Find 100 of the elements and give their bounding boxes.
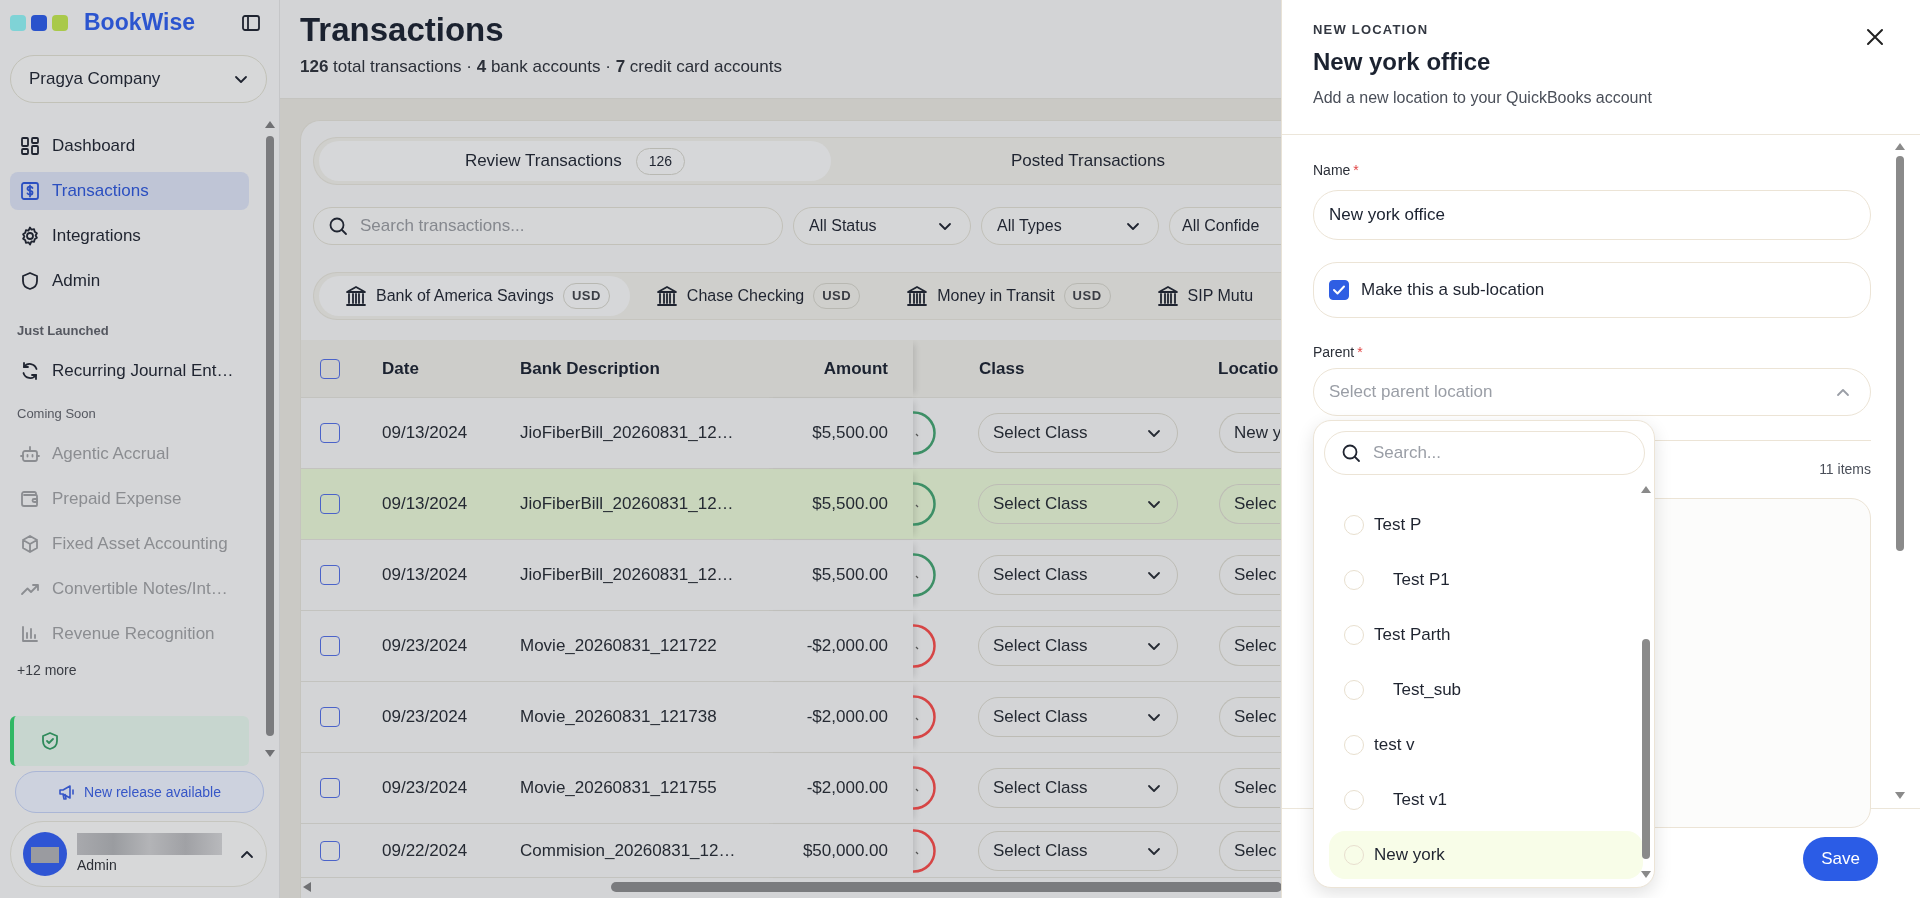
account-tab[interactable]: SIP Mutu [1130,276,1254,316]
user-card[interactable]: Admin [10,821,267,887]
option-item[interactable]: Test_sub [1329,666,1643,714]
filter-select[interactable]: All Types [981,207,1159,245]
search-input[interactable]: Search transactions... [358,212,778,240]
check-icon [1332,283,1346,297]
section-heading: Just Launched [16,322,110,341]
option-item[interactable]: Test P1 [1329,556,1643,604]
required-mark: * [1353,162,1359,178]
name-input[interactable]: New york office [1313,190,1871,240]
account-tab[interactable]: Bank of America Savings USD [319,276,630,316]
option-label: Test P [1374,514,1422,537]
option-label: Test P1 [1392,569,1450,592]
row-checkbox[interactable] [320,636,340,656]
bar-chart-icon [20,624,40,644]
table-cell-text: 09/13/2024 [382,422,469,445]
account-tab[interactable]: Chase Checking USD [629,276,881,316]
drawer-subtitle: Add a new location to your QuickBooks account [1313,88,1653,108]
select-all-checkbox[interactable] [320,358,340,379]
settings-icon [20,226,40,246]
save-button[interactable]: Save [1803,837,1878,881]
option-label: test v [1374,734,1415,757]
required-mark: * [1357,344,1363,360]
sidebar-item[interactable]: Recurring Journal Ent… [10,352,249,390]
table-cell-text: 09/23/2024 [382,777,469,800]
table-row[interactable]: 09/23/2024 Movie_20260831_121755 -$2,000.00 Select Class Selec [301,753,1281,824]
shield-check-icon [40,731,60,751]
table-cell-text: JioFiberBill_20260831_12… [520,422,735,445]
table-row[interactable]: 09/22/2024 Commision_20260831_12… $50,000.00 Select Class Selec [301,824,1281,878]
table-cell-text: 09/13/2024 [382,493,469,516]
table-cell-text: 09/23/2024 [382,706,469,729]
account-tab[interactable]: Money in Transit USD [880,276,1131,316]
wallet-icon [20,489,40,509]
dashboard-icon [20,136,40,156]
page-title: Transactions [300,10,505,50]
option-item[interactable]: Test Parth [1329,611,1643,659]
company-select[interactable]: Pragya Company [10,55,267,103]
row-checkbox[interactable] [320,423,340,443]
release-button[interactable]: New release available [15,771,264,813]
close-icon [1865,27,1885,47]
megaphone-icon [58,783,76,801]
search-field[interactable]: Search transactions... [313,207,783,245]
sidebar-item[interactable]: Dashboard [10,127,249,165]
bank-icon [345,285,367,307]
row-checkbox[interactable] [320,494,340,514]
option-item[interactable]: test v [1329,721,1643,769]
section-heading: Coming Soon [16,405,97,424]
summary-text: 126 total transactions · 4 bank accounts · 7 credit card accounts [300,56,783,78]
table-row[interactable]: 09/23/2024 Movie_20260831_121738 -$2,000.00 Select Class Selec [301,682,1281,753]
option-label: Make this a sub-location [1361,279,1545,302]
table-cell-text: 09/23/2024 [382,635,469,658]
brand-name: BookWise [84,8,195,38]
column-header: Date [382,357,420,380]
option-item[interactable]: Test v1 [1329,776,1643,824]
row-checkbox[interactable] [320,840,340,861]
robot-icon [20,444,40,464]
row-checkbox[interactable] [320,707,340,727]
option-label: New york [1374,844,1445,867]
table-cell-text: 09/22/2024 [382,839,469,862]
sub-location-option[interactable]: Make this a sub-location [1313,262,1871,318]
table-cell-text: $50,000.00 [802,839,888,862]
table-cell-text: -$2,000.00 [806,635,888,658]
sidebar-item[interactable]: Admin [10,262,249,300]
checkbox[interactable] [1329,280,1349,300]
shield-icon [20,271,40,291]
table-row[interactable]: 09/13/2024 JioFiberBill_20260831_12… $5,500.00 Select Class Selec [301,469,1281,540]
table-cell-text: Movie_20260831_121722 [520,635,718,658]
filter-select[interactable]: All Status [793,207,971,245]
option-label: Test v1 [1392,789,1447,812]
tab[interactable]: Review Transactions 126 [319,141,831,181]
row-checkbox[interactable] [320,778,340,798]
table-cell-text: $5,500.00 [812,422,888,445]
search-icon [328,216,348,236]
tab[interactable]: Posted Transactions [831,141,1281,181]
table-cell-text: JioFiberBill_20260831_12… [520,493,735,516]
sidebar-item[interactable]: Transactions [10,172,249,210]
table-row[interactable]: 09/13/2024 JioFiberBill_20260831_12… $5,500.00 Select Class Selec [301,540,1281,611]
cube-icon [20,534,40,554]
placeholder-text: Select parent location [1329,381,1493,404]
column-header: Bank Description [520,357,661,380]
option-item[interactable]: New york [1329,831,1643,879]
more-link[interactable]: +12 more [10,660,249,681]
search-icon [1341,443,1361,463]
table-cell-text: $5,500.00 [812,493,888,516]
drawer-eyebrow: NEW LOCATION [1313,21,1430,39]
bank-icon [1156,285,1179,307]
table-row[interactable]: 09/23/2024 Movie_20260831_121722 -$2,000.00 Select Class Selec [301,611,1281,682]
refresh-icon [20,361,40,381]
sidebar-item[interactable]: Integrations [10,217,249,255]
option-item[interactable]: Test P [1329,501,1643,549]
row-checkbox[interactable] [320,565,340,585]
column-header: Locatio [1218,358,1279,378]
drawer-title: New york office [1313,47,1492,77]
sidebar-toggle-icon[interactable] [241,12,261,33]
table-cell-text: -$2,000.00 [806,777,888,800]
option-label: Test Parth [1374,624,1451,647]
column-header: Amount [823,357,888,380]
field-label: Parent [1313,344,1355,360]
filter-select[interactable]: All Confide [1169,207,1281,245]
table-cell-text: Commision_20260831_12… [520,839,737,862]
